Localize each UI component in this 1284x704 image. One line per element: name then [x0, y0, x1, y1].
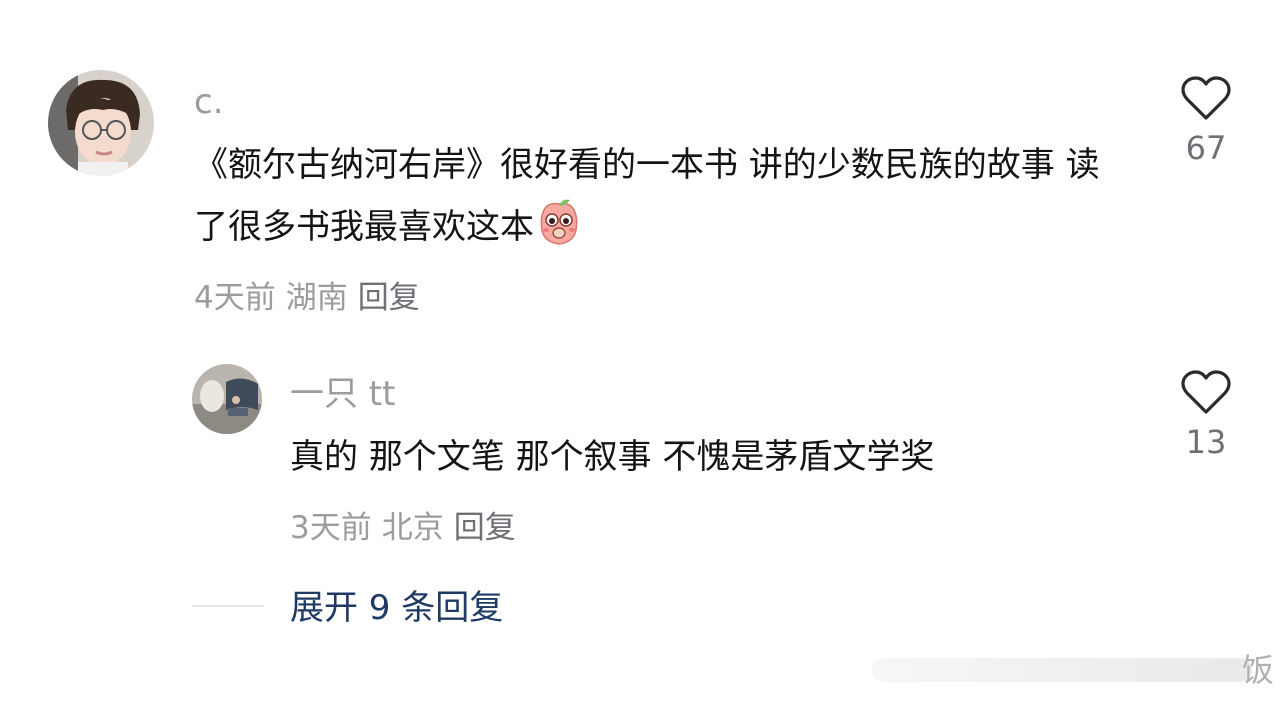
avatar[interactable] — [192, 364, 262, 434]
reply-time: 3天前 — [290, 510, 372, 546]
watermark-bar — [872, 658, 1252, 682]
reply-button[interactable]: 回复 — [358, 280, 420, 316]
divider-line — [192, 605, 264, 607]
blushing-peach-emoji-icon — [534, 198, 584, 248]
reply-button[interactable]: 回复 — [454, 510, 516, 546]
comment-meta: 4天前 湖南 回复 — [194, 278, 430, 318]
comment-time: 4天前 — [194, 280, 276, 316]
heart-icon — [1181, 370, 1231, 414]
comment-username[interactable]: c. — [194, 82, 224, 122]
watermark: 饭 — [872, 650, 1284, 690]
like-count: 67 — [1185, 129, 1227, 167]
comment-text-content: 《额尔古纳河右岸》很好看的一本书 讲的少数民族的故事 读了很多书我最喜欢这本 — [194, 145, 1100, 247]
comment-location: 湖南 — [285, 280, 348, 316]
watermark-text: 饭 — [1241, 651, 1274, 689]
like-button[interactable]: 67 — [1176, 76, 1236, 168]
reply-location: 北京 — [381, 510, 444, 546]
user-avatar-image — [48, 70, 154, 176]
expand-replies-button[interactable]: 展开 9 条回复 — [290, 586, 503, 630]
like-button[interactable]: 13 — [1176, 370, 1236, 462]
reply-username[interactable]: 一只 tt — [290, 374, 395, 414]
reply-text: 真的 那个文笔 那个叙事 不愧是茅盾文学奖 — [290, 437, 935, 477]
reply-meta: 3天前 北京 回复 — [290, 508, 526, 548]
avatar[interactable] — [48, 70, 154, 176]
comment-text: 《额尔古纳河右岸》很好看的一本书 讲的少数民族的故事 读了很多书我最喜欢这本 — [194, 134, 1114, 258]
like-count: 13 — [1185, 423, 1227, 461]
user-avatar-image — [192, 364, 262, 434]
heart-icon — [1181, 76, 1231, 120]
